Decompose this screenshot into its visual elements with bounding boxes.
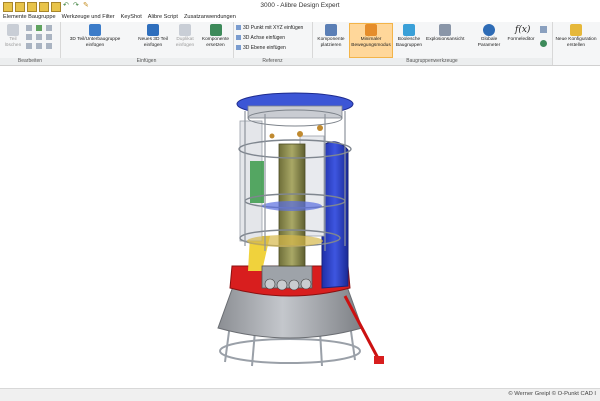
formeleditor-button[interactable]: f(x) Formeleditor: [505, 24, 537, 43]
move-icon[interactable]: [26, 25, 32, 31]
window-title: 3000 - Alibre Design Expert: [260, 2, 340, 9]
teil-einfuegen-button[interactable]: 3D Teil/Unterbaugruppe einfügen: [62, 24, 128, 48]
menu-zusatzanwendungen[interactable]: Zusatzanwendungen: [181, 13, 239, 22]
point-icon: [236, 25, 241, 31]
group-label-einfuegen: Einfügen: [60, 58, 233, 65]
group-label-referenz: Referenz: [233, 58, 312, 65]
explosionsansicht-button[interactable]: Explosionsansicht: [426, 24, 464, 43]
boolean-icon: [403, 24, 415, 36]
menu-keyshot[interactable]: KeyShot: [118, 13, 145, 22]
replace-component-icon: [209, 24, 222, 36]
plane-icon: [236, 45, 241, 51]
boolesche-baugruppen-button[interactable]: Boolesche Baugruppen: [394, 24, 424, 48]
ribbon-group-bearbeiten: Teil löschen Bearbeiten: [0, 22, 61, 65]
copy-icon[interactable]: [26, 34, 32, 40]
menu-alibre-script[interactable]: Alibre Script: [145, 13, 181, 22]
explode-view-icon: [439, 24, 451, 36]
blue-cylinder: [321, 141, 349, 289]
small-tools-icons: [540, 26, 547, 47]
rotate-icon[interactable]: [46, 25, 52, 31]
motor-cluster: [261, 265, 313, 291]
new-configuration-icon: [570, 24, 582, 36]
status-bar: © Werner Greipl © O-Punkt CAD I: [0, 388, 600, 401]
menu-elemente-baugruppe[interactable]: Elemente Baugruppe: [0, 13, 59, 22]
delete-part-icon: [7, 24, 19, 36]
komponente-platzieren-button[interactable]: Komponente platzieren: [314, 24, 348, 48]
minimaler-bewegungsmodus-button[interactable]: Minimaler Bewegungsmodus: [349, 23, 393, 58]
duplikat-button[interactable]: Duplikat einfügen: [172, 24, 198, 48]
ribbon-group-einfuegen: 3D Teil/Unterbaugruppe einfügen Neues 3D…: [60, 22, 234, 65]
neues-teil-button[interactable]: Neues 3D Teil einfügen: [136, 24, 170, 48]
pattern-icon[interactable]: [46, 43, 52, 49]
punkt-einfuegen-button[interactable]: 3D Punkt mit XYZ einfügen: [236, 25, 303, 31]
neue-konfiguration-button[interactable]: Neue Konfiguration erstellen: [553, 24, 599, 48]
group-label-bearbeiten: Bearbeiten: [0, 58, 60, 65]
group-label-baugruppenwerkzeuge: Baugruppenwerkzeuge: [312, 58, 552, 65]
insert-part-icon: [89, 24, 101, 36]
assembly-model: [217, 92, 384, 367]
title-bar: ↶ ↷ ✎ 3000 - Alibre Design Expert: [0, 0, 600, 14]
paste-icon[interactable]: [36, 34, 42, 40]
edit-small-icons: [26, 25, 58, 49]
duplicate-icon: [179, 24, 191, 36]
ribbon-group-baugruppenwerkzeuge: Komponente platzieren Minimaler Bewegung…: [312, 22, 553, 65]
ebene-einfuegen-button[interactable]: 3D Ebene einfügen: [236, 45, 286, 51]
achse-einfuegen-button[interactable]: 3D Achse einfügen: [236, 35, 285, 41]
teil-loeschen-button[interactable]: Teil löschen: [2, 24, 24, 48]
config-tool-icon[interactable]: [540, 26, 547, 33]
new-part-icon: [147, 24, 159, 36]
copyright-text: © Werner Greipl © O-Punkt CAD I: [508, 391, 596, 397]
ribbon: Teil löschen Bearbeiten 3D Teil/Unterbau…: [0, 22, 600, 66]
ribbon-group-referenz: 3D Punkt mit XYZ einfügen 3D Achse einfü…: [233, 22, 313, 65]
komponente-ersetzen-button[interactable]: Komponente ersetzen: [199, 24, 232, 48]
mirror-icon[interactable]: [46, 34, 52, 40]
axis-icon: [236, 35, 241, 41]
sphere-icon[interactable]: [540, 40, 547, 47]
globale-parameter-button[interactable]: Globale Parameter: [476, 24, 502, 48]
show-icon[interactable]: [36, 43, 42, 49]
menu-bar: Elemente Baugruppe Werkzeuge und Filter …: [0, 13, 600, 22]
place-component-icon: [325, 24, 337, 36]
menu-werkzeuge-filter[interactable]: Werkzeuge und Filter: [59, 13, 118, 22]
check-icon[interactable]: [36, 25, 42, 31]
global-parameters-icon: [483, 24, 495, 36]
motion-mode-icon: [365, 24, 377, 36]
formula-icon: f(x): [515, 25, 531, 35]
hide-icon[interactable]: [26, 43, 32, 49]
3d-viewport[interactable]: [0, 66, 600, 388]
